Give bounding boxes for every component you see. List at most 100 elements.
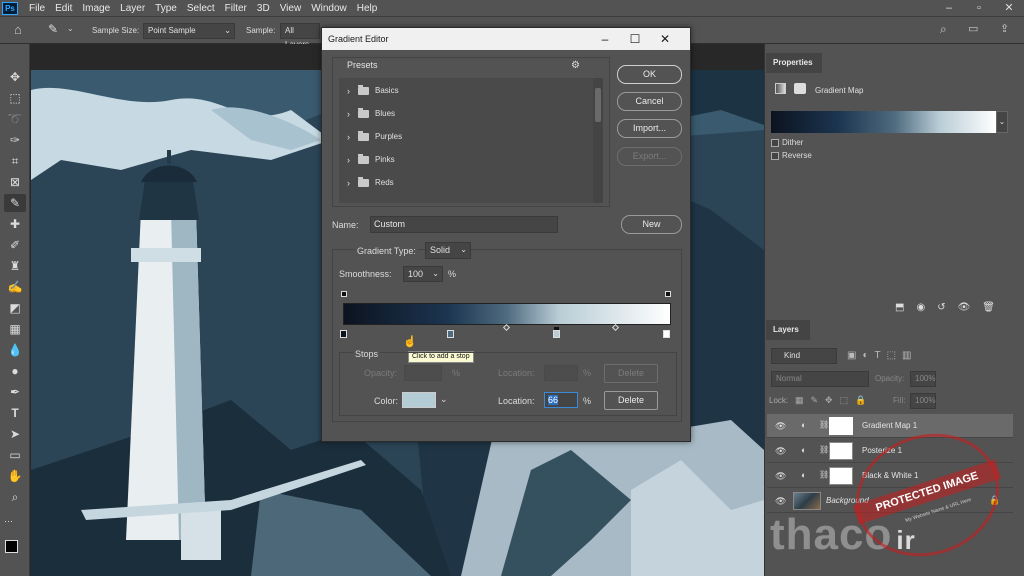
- close-icon[interactable]: ✕: [650, 28, 680, 50]
- smoothness-field[interactable]: 100 ⌄: [403, 266, 443, 282]
- gradient-tool-icon[interactable]: ▦: [4, 320, 26, 338]
- tab-layers[interactable]: Layers: [766, 320, 810, 340]
- gradient-map-preview[interactable]: [771, 111, 996, 133]
- visibility-icon[interactable]: 👁: [775, 497, 786, 506]
- gear-icon[interactable]: ⚙: [571, 60, 580, 71]
- eyedropper-icon[interactable]: ✎: [48, 22, 58, 36]
- search-icon[interactable]: ⌕: [940, 22, 947, 37]
- crop-tool-icon[interactable]: ⌗: [4, 152, 26, 170]
- view-previous-icon[interactable]: ◉: [916, 302, 925, 313]
- import-button[interactable]: Import...: [617, 119, 682, 138]
- menu-3d[interactable]: 3D: [252, 3, 275, 14]
- visibility-icon[interactable]: 👁: [775, 447, 786, 456]
- dodge-tool-icon[interactable]: ●: [4, 362, 26, 380]
- layer-mask-thumbnail[interactable]: [829, 442, 853, 460]
- menu-layer[interactable]: Layer: [115, 3, 150, 14]
- blur-tool-icon[interactable]: 💧: [4, 341, 26, 359]
- ok-button[interactable]: OK: [617, 65, 682, 84]
- chevron-down-icon[interactable]: ⌄: [440, 394, 448, 405]
- clip-to-layer-icon[interactable]: ⬒: [895, 302, 904, 313]
- menu-view[interactable]: View: [275, 3, 307, 14]
- workspace-icon[interactable]: ▭: [968, 22, 978, 35]
- tab-properties[interactable]: Properties: [766, 53, 822, 73]
- new-button[interactable]: New: [621, 215, 682, 234]
- mask-icon[interactable]: [794, 83, 806, 94]
- layer-thumbnail[interactable]: [793, 492, 821, 510]
- layer-filter-icons[interactable]: ▣◐T⬚▥: [847, 350, 918, 361]
- color-stop[interactable]: [663, 330, 670, 338]
- visibility-icon[interactable]: 👁: [775, 472, 786, 481]
- list-item[interactable]: › Purples: [345, 126, 585, 148]
- midpoint-marker[interactable]: [611, 323, 620, 332]
- menu-file[interactable]: File: [24, 3, 50, 14]
- list-item[interactable]: › Basics: [345, 80, 585, 102]
- path-select-tool-icon[interactable]: ➤: [4, 425, 26, 443]
- stamp-tool-icon[interactable]: ♜: [4, 257, 26, 275]
- sample-dropdown[interactable]: All Layers: [280, 23, 320, 49]
- menu-filter[interactable]: Filter: [220, 3, 252, 14]
- fill-field[interactable]: 100%: [910, 393, 936, 409]
- brush-tool-icon[interactable]: ✐: [4, 236, 26, 254]
- opacity-stop-left[interactable]: [341, 291, 347, 297]
- close-icon[interactable]: ✕: [994, 0, 1024, 16]
- name-field[interactable]: Custom: [370, 216, 558, 233]
- move-tool-icon[interactable]: ✥: [4, 68, 26, 86]
- sample-size-dropdown[interactable]: Point Sample ⌄: [143, 23, 235, 39]
- more-tools-icon[interactable]: ⋯: [4, 512, 26, 530]
- visibility-icon[interactable]: 👁: [958, 302, 971, 313]
- color-stop[interactable]: [447, 330, 454, 338]
- list-item[interactable]: › Blues: [345, 103, 585, 125]
- gradient-picker-chevron-icon[interactable]: ⌄: [996, 111, 1008, 133]
- color-stop[interactable]: [340, 330, 347, 338]
- frame-tool-icon[interactable]: ⊠: [4, 173, 26, 191]
- presets-scrollbar[interactable]: [593, 78, 603, 203]
- chevron-down-icon[interactable]: ⌄: [67, 24, 74, 33]
- minimize-icon[interactable]: –: [934, 0, 964, 16]
- maximize-icon[interactable]: ▫: [964, 0, 994, 16]
- menu-window[interactable]: Window: [306, 3, 352, 14]
- dither-checkbox[interactable]: [771, 139, 779, 147]
- zoom-tool-icon[interactable]: ⌕: [4, 488, 26, 506]
- list-item[interactable]: › Pinks: [345, 149, 585, 171]
- cancel-button[interactable]: Cancel: [617, 92, 682, 111]
- eraser-tool-icon[interactable]: ◩: [4, 299, 26, 317]
- blend-mode-dropdown[interactable]: Normal: [771, 371, 869, 387]
- midpoint-marker[interactable]: [502, 323, 511, 332]
- hand-tool-icon[interactable]: ✋: [4, 467, 26, 485]
- menu-help[interactable]: Help: [352, 3, 383, 14]
- home-icon[interactable]: ⌂: [14, 22, 22, 37]
- history-brush-tool-icon[interactable]: ✍: [4, 278, 26, 296]
- minimize-icon[interactable]: –: [590, 28, 620, 50]
- list-item[interactable]: › Reds: [345, 172, 585, 194]
- color-swatch[interactable]: [402, 392, 436, 408]
- reset-icon[interactable]: ↺: [937, 302, 945, 313]
- marquee-tool-icon[interactable]: ⬚: [4, 89, 26, 107]
- lasso-tool-icon[interactable]: ➰: [4, 110, 26, 128]
- quick-select-tool-icon[interactable]: ✑: [4, 131, 26, 149]
- menu-image[interactable]: Image: [77, 3, 115, 14]
- foreground-color-swatch[interactable]: [5, 540, 18, 553]
- menu-select[interactable]: Select: [182, 3, 220, 14]
- healing-brush-tool-icon[interactable]: ✚: [4, 215, 26, 233]
- layer-row[interactable]: 👁 ◐ ⛓ Gradient Map 1: [767, 414, 1013, 438]
- visibility-icon[interactable]: 👁: [775, 422, 786, 431]
- layer-name[interactable]: Gradient Map 1: [862, 421, 917, 430]
- delete-color-stop-button[interactable]: Delete: [604, 391, 658, 410]
- scrollbar-thumb[interactable]: [595, 88, 601, 122]
- layer-filter-kind[interactable]: Kind: [771, 348, 837, 364]
- type-tool-icon[interactable]: T: [4, 404, 26, 422]
- color-stop-selected[interactable]: [553, 330, 560, 338]
- reverse-checkbox[interactable]: [771, 152, 779, 160]
- opacity-stop-right[interactable]: [665, 291, 671, 297]
- gradient-bar[interactable]: [343, 303, 671, 325]
- maximize-icon[interactable]: ☐: [620, 28, 650, 50]
- menu-edit[interactable]: Edit: [50, 3, 77, 14]
- lock-icons[interactable]: ▦✎✥⬚🔒: [795, 395, 873, 406]
- menu-type[interactable]: Type: [150, 3, 182, 14]
- color-location-field[interactable]: 66: [544, 392, 578, 408]
- gradient-type-dropdown[interactable]: Solid ⌄: [425, 242, 471, 259]
- eyedropper-tool-icon[interactable]: ✎: [4, 194, 26, 212]
- share-icon[interactable]: ⇪: [1000, 22, 1009, 35]
- pen-tool-icon[interactable]: ✒: [4, 383, 26, 401]
- export-button[interactable]: Export...: [617, 147, 682, 166]
